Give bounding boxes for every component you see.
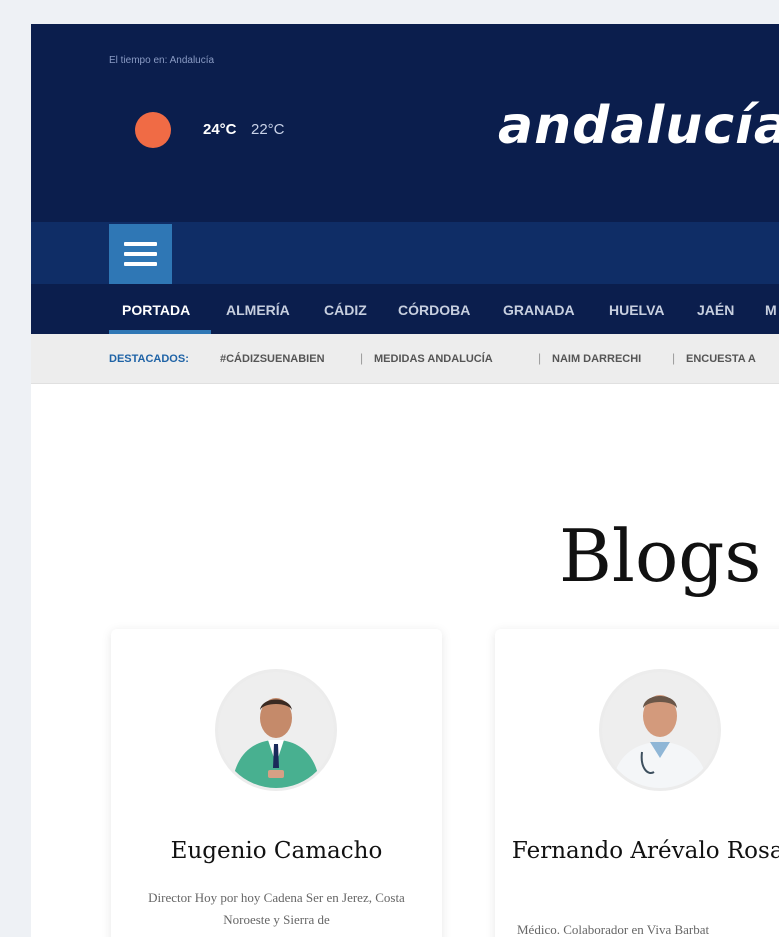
person-icon — [602, 672, 718, 788]
nav-item-cordoba[interactable]: CÓRDOBA — [398, 302, 470, 318]
author-bio: Director Hoy por hoy Cadena Ser en Jerez… — [148, 890, 405, 927]
weather-label[interactable]: El tiempo en: Andalucía — [109, 55, 214, 66]
divider: | — [360, 351, 364, 365]
browser-viewport: El tiempo en: Andalucía 24°C 22°C andalu… — [31, 24, 779, 937]
avatar[interactable] — [215, 669, 337, 791]
avatar[interactable] — [599, 669, 721, 791]
site-logo[interactable]: andalucía — [498, 96, 779, 156]
menu-line-icon — [124, 242, 157, 246]
author-name[interactable]: Fernando Arévalo Rosado — [495, 837, 779, 866]
author-name[interactable]: Eugenio Camacho — [111, 837, 442, 866]
sun-icon — [135, 112, 171, 148]
menu-line-icon — [124, 252, 157, 256]
nav-item-huelva[interactable]: HUELVA — [609, 302, 664, 318]
temperature-high: 24°C — [203, 121, 237, 138]
trending-item[interactable]: ENCUESTA A — [686, 353, 756, 365]
author-card[interactable]: Fernando Arévalo Rosado Médico. Colabora… — [495, 629, 779, 937]
nav-item-jaen[interactable]: JAÉN — [697, 302, 734, 318]
trending-label: DESTACADOS: — [109, 353, 189, 365]
trending-item[interactable]: NAIM DARRECHI — [552, 353, 641, 365]
nav-item-cadiz[interactable]: CÁDIZ — [324, 302, 367, 318]
nav-item-portada[interactable]: PORTADA — [122, 302, 190, 318]
author-card[interactable]: Eugenio Camacho Director Hoy por hoy Cad… — [111, 629, 442, 937]
nav-item-malaga[interactable]: M — [765, 302, 777, 318]
nav-item-almeria[interactable]: ALMERÍA — [226, 302, 290, 318]
divider: | — [538, 351, 542, 365]
site-header: El tiempo en: Andalucía 24°C 22°C andalu… — [31, 24, 779, 222]
author-bio: Médico. Colaborador en Viva Barbat — [517, 922, 710, 937]
person-icon — [218, 672, 334, 788]
temperature-low: 22°C — [251, 121, 285, 138]
hamburger-menu-button[interactable] — [109, 224, 172, 284]
trending-item[interactable]: MEDIDAS ANDALUCÍA — [374, 353, 493, 365]
province-nav: PORTADA ALMERÍA CÁDIZ CÓRDOBA GRANADA HU… — [31, 284, 779, 334]
menu-line-icon — [124, 262, 157, 266]
nav-item-granada[interactable]: GRANADA — [503, 302, 575, 318]
page-title: Blogs d — [559, 514, 779, 598]
trending-bar: DESTACADOS: #CÁDIZSUENABIEN | MEDIDAS AN… — [31, 334, 779, 384]
divider: | — [672, 351, 676, 365]
trending-item[interactable]: #CÁDIZSUENABIEN — [220, 353, 325, 365]
